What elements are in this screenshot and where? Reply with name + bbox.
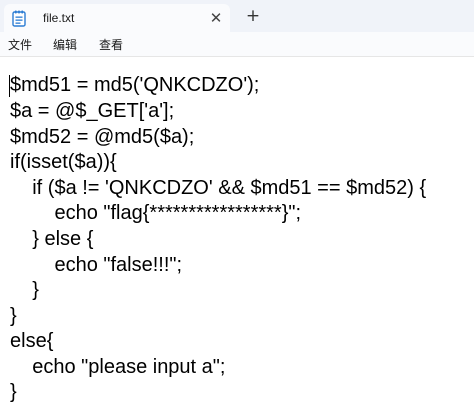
code-line: $md52 = @md5($a); <box>10 126 195 148</box>
code-line: echo "please input a"; <box>10 356 226 378</box>
menu-view[interactable]: 查看 <box>99 36 123 53</box>
code-line: } else { <box>10 228 94 250</box>
code-line: if ($a != 'QNKCDZO' && $md51 == $md52) { <box>10 177 427 199</box>
code-line: } <box>10 279 39 301</box>
close-icon[interactable]: ✕ <box>207 9 225 27</box>
code-line: } <box>10 381 17 403</box>
code-line: if(isset($a)){ <box>10 151 117 173</box>
code-line: else{ <box>10 330 54 352</box>
tab-file[interactable]: file.txt ✕ <box>4 4 230 32</box>
notepad-window: file.txt ✕ + 文件 编辑 查看 $md51 = md5('QNKCD… <box>0 0 474 405</box>
menu-file[interactable]: 文件 <box>8 36 32 53</box>
code-line: echo "false!!!"; <box>10 254 183 276</box>
menu-edit[interactable]: 编辑 <box>53 36 77 53</box>
code-line: $a = @$_GET['a']; <box>10 100 175 122</box>
menu-bar: 文件 编辑 查看 <box>0 32 474 57</box>
tab-bar: file.txt ✕ + <box>0 0 474 32</box>
code-line: echo "flag{*****************}"; <box>10 202 302 224</box>
tab-title: file.txt <box>43 11 75 25</box>
code-line: $md51 = md5('QNKCDZO'); <box>10 74 260 96</box>
code-line: } <box>10 305 17 327</box>
new-tab-button[interactable]: + <box>243 6 263 26</box>
notepad-file-icon <box>12 10 26 27</box>
text-editor[interactable]: $md51 = md5('QNKCDZO'); $a = @$_GET['a']… <box>0 57 474 405</box>
